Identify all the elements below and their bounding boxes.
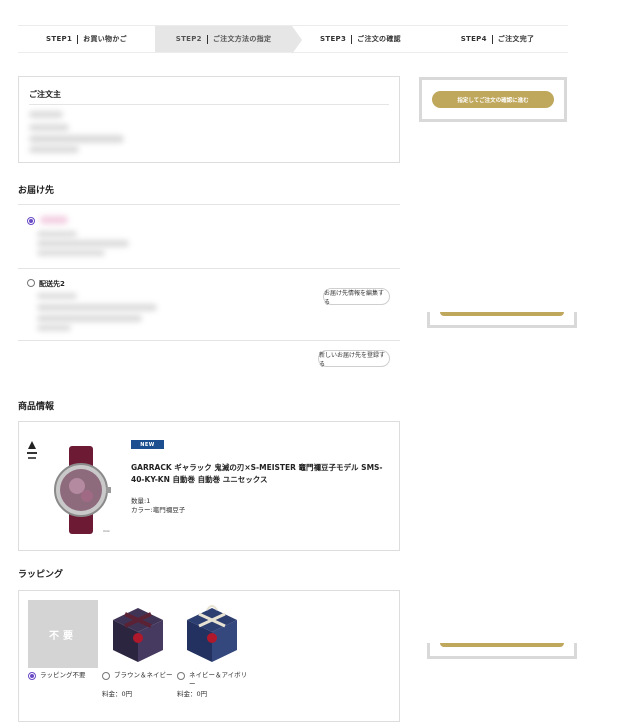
- orderer-box: ご注文主: [18, 76, 400, 163]
- product-color: カラー:竈門禰豆子: [131, 506, 186, 514]
- step-number: STEP2: [175, 35, 202, 43]
- step-label: ご注文完了: [497, 35, 535, 43]
- new-badge: NEW: [131, 440, 164, 449]
- orderer-title: ご注文主: [29, 90, 61, 99]
- product-name: GARRACK ギャラック 鬼滅の刃×S-MEISTER 竈門禰豆子モデル SM…: [131, 463, 383, 484]
- wrapping-none-label: ラッピング不要: [40, 671, 86, 679]
- no-wrapping-tile[interactable]: 不要: [28, 600, 98, 668]
- svg-text:mini: mini: [103, 529, 110, 533]
- blurred-address1-line: [37, 231, 77, 237]
- blurred-phone: [29, 146, 79, 153]
- wrapping-title: ラッピング: [18, 570, 64, 580]
- step-label: ご注文方法の指定: [212, 35, 272, 43]
- wrapping-navy-ivory-radio[interactable]: [177, 672, 185, 680]
- product-watch-image: mini: [54, 446, 111, 534]
- step-number: STEP3: [320, 35, 347, 43]
- side-panel-ghost: [427, 312, 577, 328]
- wrapping-brown-navy-price: 料金：0円: [102, 690, 133, 698]
- blurred-address: [29, 135, 124, 143]
- blurred-address1-line: [37, 250, 105, 256]
- blurred-address1-line: [37, 240, 129, 247]
- step-separator: [491, 34, 493, 44]
- blurred-address2-line: [37, 325, 71, 331]
- wrapping-none-radio[interactable]: [28, 672, 36, 680]
- brand-logo-icon: [27, 441, 37, 459]
- divider: [18, 340, 400, 341]
- step-3: STEP3 ご注文の確認: [292, 26, 429, 52]
- blurred-postal: [29, 124, 69, 131]
- brown-navy-gift-image[interactable]: [105, 600, 171, 668]
- step-1: STEP1 お買い物かご: [18, 26, 155, 52]
- step-4: STEP4 ご注文完了: [429, 26, 566, 52]
- step-separator: [351, 34, 353, 44]
- wrapping-brown-navy-label: ブラウン＆ネイビー: [114, 671, 173, 679]
- divider: [18, 268, 400, 269]
- register-address-button[interactable]: 新しいお届け先を登録する: [318, 350, 390, 368]
- ghost-button-edge: [440, 643, 564, 647]
- delivery-title: お届け先: [18, 186, 55, 196]
- blurred-name: [29, 111, 63, 118]
- confirm-order-button[interactable]: 指定してご注文の確認に進む: [432, 91, 554, 108]
- blurred-address1-label: [40, 216, 68, 224]
- step-label: お買い物かご: [83, 35, 127, 43]
- product-card: mini NEW GARRACK ギャラック 鬼滅の刃×S-MEISTER 竈門…: [18, 421, 400, 551]
- wrapping-box: 不要 ラッピング不要 ブラウン＆ネイビー 料金：0円 ネイビー＆アイボリー 料金…: [18, 590, 400, 722]
- wrapping-brown-navy-radio[interactable]: [102, 672, 110, 680]
- address1-radio[interactable]: [27, 217, 35, 225]
- edit-address-button[interactable]: お届け先情報を編集する: [323, 288, 390, 306]
- navy-ivory-gift-image[interactable]: [179, 600, 245, 668]
- blurred-address2-line: [37, 304, 157, 311]
- blurred-address2-line: [37, 293, 77, 299]
- step-separator: [206, 34, 208, 44]
- step-number: STEP4: [460, 35, 487, 43]
- step-2: STEP2 ご注文方法の指定: [155, 26, 302, 54]
- side-panel-ghost: [427, 643, 577, 659]
- divider: [18, 204, 400, 205]
- product-title: 商品情報: [18, 402, 55, 412]
- divider: [29, 104, 389, 105]
- blurred-address2-line: [37, 315, 142, 322]
- step-label: ご注文の確認: [357, 35, 401, 43]
- step-number: STEP1: [46, 35, 73, 43]
- wrapping-navy-ivory-price: 料金：0円: [177, 690, 208, 698]
- wrapping-navy-ivory-label: ネイビー＆アイボリー: [189, 671, 248, 688]
- ghost-button-edge: [440, 312, 564, 316]
- address2-radio[interactable]: [27, 279, 35, 287]
- checkout-steps: STEP1 お買い物かご STEP2 ご注文方法の指定 STEP3 ご注文の確認 ST…: [18, 25, 568, 54]
- step-separator: [77, 34, 79, 44]
- side-order-panel: 指定してご注文の確認に進む: [419, 77, 567, 122]
- address2-label: 配送先2: [39, 280, 65, 288]
